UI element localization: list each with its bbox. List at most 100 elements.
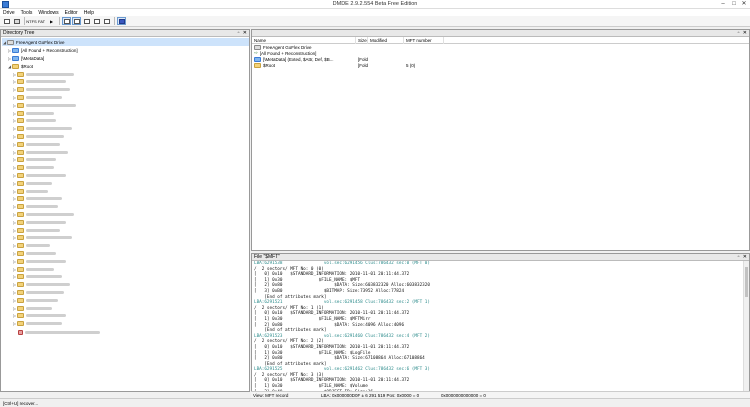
tree-item-redacted[interactable]: ▷ — [12, 132, 64, 140]
tree-item-redacted[interactable]: ▷ — [12, 164, 54, 172]
redacted-label — [25, 330, 100, 334]
panel-layout-icon[interactable] — [62, 17, 71, 25]
redacted-label — [26, 95, 62, 99]
fat-button[interactable]: FAT — [37, 17, 46, 25]
tree-item-redacted[interactable]: ▷ — [12, 203, 58, 211]
tree-item-redacted[interactable]: ▷ — [12, 101, 76, 109]
folder-icon — [17, 141, 24, 147]
disk-icon[interactable] — [2, 17, 11, 25]
folder-icon — [17, 282, 24, 288]
menu-help[interactable]: Help — [84, 10, 94, 16]
file-list-columns: Name Size Modified MFT number — [252, 36, 749, 44]
file-list-pane: ▫ ✕ Name Size Modified MFT number FreeAg… — [251, 29, 750, 251]
minimize-button[interactable]: – — [718, 1, 728, 8]
folder-icon — [17, 133, 24, 139]
redacted-label — [26, 127, 72, 131]
tree-item-metadata[interactable]: ▷ [\MetaData] — [7, 54, 44, 62]
tree-item-redacted[interactable]: ▷ — [12, 234, 72, 242]
folder-icon — [17, 313, 24, 319]
folder-icon — [17, 110, 24, 116]
pane-buttons[interactable]: ▫ ✕ — [738, 254, 748, 260]
tree-item-found[interactable]: ▷ [All Found + Reconstruction] — [7, 46, 78, 54]
folder-icon — [17, 305, 24, 311]
tree-item-redacted[interactable]: ▷ — [12, 281, 70, 289]
tree-item-redacted[interactable]: ▷ — [12, 86, 70, 94]
maximize-button[interactable]: □ — [729, 1, 739, 8]
close-button[interactable]: ✕ — [739, 1, 749, 8]
tree-item-redacted[interactable]: ▷ — [12, 257, 66, 265]
partitions-icon[interactable] — [12, 17, 21, 25]
hex-view-icon[interactable] — [82, 17, 91, 25]
folder-icon — [17, 258, 24, 264]
redacted-label — [26, 142, 60, 146]
tree-item-redacted[interactable]: ▷ — [12, 78, 66, 86]
mft-record-view[interactable]: LBA:6291538 vol.sec:6291456 Clus:786432 … — [252, 261, 749, 401]
pane-buttons[interactable]: ▫ ✕ — [738, 30, 748, 36]
folder-icon — [17, 204, 24, 210]
file-name: [All Found + Reconstruction] — [259, 50, 317, 56]
tree-item-redacted[interactable]: ▷ — [12, 304, 52, 312]
tree-item-redacted[interactable]: ▷ — [12, 242, 50, 250]
column-mft-number[interactable]: MFT number — [404, 36, 444, 44]
tree-item-redacted[interactable]: ▷ — [12, 249, 56, 257]
tree-item-redacted[interactable]: ▷ — [12, 148, 68, 156]
menu-tools[interactable]: Tools — [21, 10, 33, 16]
title-bar: DMDE 2.9.2.554 Beta Free Edition – □ ✕ — [0, 0, 750, 9]
tree-item-root[interactable]: ◢ $Root — [7, 62, 33, 70]
tree-item-label: $Root — [21, 63, 34, 69]
tree-item-redacted[interactable]: ▷ — [12, 109, 54, 117]
menu-drive[interactable]: Drive — [3, 10, 15, 16]
folder-icon — [17, 94, 24, 100]
tree-item-redacted[interactable]: ▷ — [12, 171, 66, 179]
tree-item-redacted[interactable]: ▷ — [12, 93, 62, 101]
folder-icon — [17, 243, 24, 249]
tree-item-redacted[interactable]: ▷ — [12, 187, 48, 195]
column-size[interactable]: Size — [356, 36, 368, 44]
file-icon — [18, 329, 23, 335]
tree-item-redacted[interactable]: ▷ — [12, 140, 60, 148]
tree-item-redacted[interactable]: ▷ — [12, 156, 56, 164]
about-icon[interactable] — [117, 17, 126, 25]
sectors-view-icon[interactable] — [102, 17, 111, 25]
vertical-scrollbar[interactable] — [743, 261, 749, 391]
tree-item-redacted[interactable]: ▷ — [12, 296, 58, 304]
file-size: [Folder] — [358, 56, 368, 62]
menu-windows[interactable]: Windows — [38, 10, 58, 16]
redacted-label — [26, 275, 62, 279]
list-view-icon[interactable] — [92, 17, 101, 25]
folder-icon — [17, 126, 24, 132]
column-name[interactable]: Name — [252, 36, 356, 44]
tree-item-redacted[interactable]: ▷ — [12, 265, 54, 273]
tree-item-redacted[interactable]: ▷ — [12, 226, 60, 234]
tree-item-redacted[interactable]: ▷ — [12, 70, 74, 78]
tree-item-redacted[interactable]: ▷ — [12, 273, 62, 281]
play-icon[interactable]: ▶ — [47, 17, 56, 25]
mft-record-pane: File "$MFT" ▫ ✕ LBA:6291538 vol.sec:6291… — [251, 253, 750, 400]
tree-item-redacted[interactable]: ▷ — [12, 195, 62, 203]
view-mode: View: MFT record — [253, 392, 289, 398]
tree-item-redacted[interactable]: ▷ — [12, 179, 52, 187]
column-modified[interactable]: Modified — [368, 36, 404, 44]
window-title: DMDE 2.9.2.554 Beta Free Edition — [332, 1, 418, 7]
tree-item-redacted[interactable]: ▷ — [12, 117, 56, 125]
tree-item-redacted-file[interactable] — [18, 328, 100, 336]
tree-item-redacted[interactable]: ▷ — [12, 210, 74, 218]
tree-item-redacted[interactable]: ▷ — [12, 125, 72, 133]
toolbar-separator — [114, 17, 115, 25]
ntfs-button[interactable]: NTFS — [26, 17, 36, 25]
pane-buttons[interactable]: ▫ ✕ — [238, 30, 248, 36]
folder-icon — [254, 56, 261, 62]
redacted-label — [26, 103, 76, 107]
tree-item-redacted[interactable]: ▷ — [12, 218, 66, 226]
scrollbar-thumb[interactable] — [745, 267, 748, 297]
folder-icon — [17, 157, 24, 163]
tree-item-redacted[interactable]: ▷ — [12, 320, 62, 328]
tree-view-icon[interactable] — [72, 17, 81, 25]
tree-item-drive[interactable]: ◢ FreeAgent GoFlex Drive — [2, 38, 249, 46]
file-row[interactable]: $Root [Folder] 5 (0) — [252, 62, 749, 68]
menu-editor[interactable]: Editor — [65, 10, 78, 16]
status-bar: [Ctrl+U] recover... — [0, 398, 750, 407]
tree-item-redacted[interactable]: ▷ — [12, 312, 66, 320]
tree-item-redacted[interactable]: ▷ — [12, 288, 64, 296]
redacted-label — [26, 259, 66, 263]
